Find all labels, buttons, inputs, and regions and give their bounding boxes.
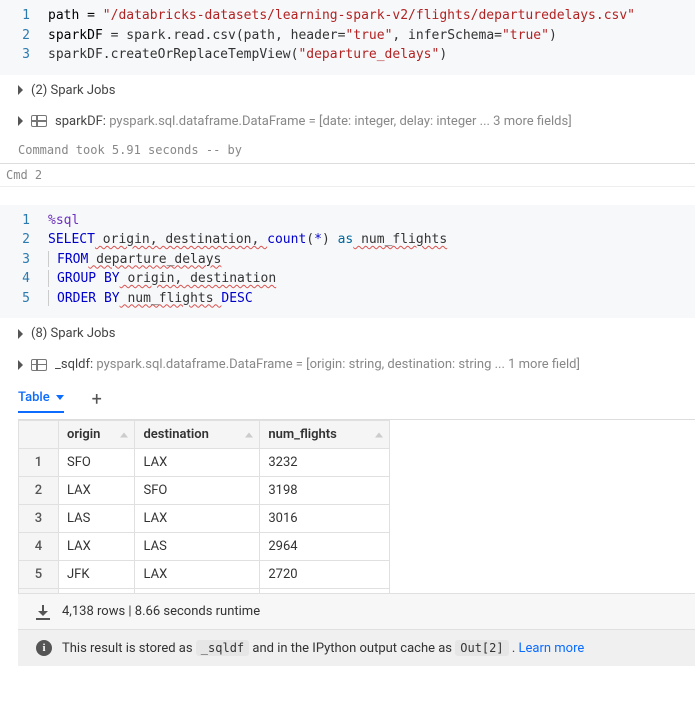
- code-line: GROUP BY origin, destination: [48, 269, 695, 289]
- code-line: path = "/databricks-datasets/learning-sp…: [48, 6, 695, 26]
- row-index: 5: [19, 561, 59, 589]
- out-chip: Out[2]: [455, 640, 508, 656]
- result-footer: 4,138 rows | 8.66 seconds runtime: [18, 593, 695, 629]
- cell-origin: JFK: [59, 561, 135, 589]
- dataframe-icon: [31, 115, 47, 127]
- spark-jobs-label: (8) Spark Jobs: [31, 326, 115, 341]
- table-row[interactable]: 5JFKLAX2720: [19, 561, 390, 589]
- table-row[interactable]: 2LAXSFO3198: [19, 477, 390, 505]
- line-number: 1: [0, 211, 48, 231]
- line-number: 4: [0, 269, 48, 289]
- dataframe-type: pyspark.sql.dataframe.DataFrame = [origi…: [96, 357, 580, 372]
- code-line: SELECT origin, destination, count(*) as …: [48, 230, 695, 250]
- cell-num-flights: 3016: [260, 505, 390, 533]
- column-header-origin[interactable]: origin: [59, 421, 135, 449]
- chevron-right-icon: [18, 85, 23, 95]
- dataframe-name: sparkDF:: [55, 114, 106, 129]
- learn-more-link[interactable]: Learn more: [519, 641, 585, 656]
- sort-icon: [245, 432, 253, 437]
- sqldf-chip: _sqldf: [196, 640, 249, 656]
- chevron-right-icon: [18, 329, 23, 339]
- command-timing: Command took 5.91 seconds -- by: [0, 137, 695, 164]
- command-label: Cmd 2: [0, 164, 695, 187]
- row-index: 1: [19, 449, 59, 477]
- cell-num-flights: 2964: [260, 533, 390, 561]
- line-number: 5: [0, 289, 48, 309]
- cell-num-flights: 3198: [260, 477, 390, 505]
- sort-icon: [120, 432, 128, 437]
- tab-table-label: Table: [18, 390, 50, 405]
- code-cell-1[interactable]: 1 path = "/databricks-datasets/learning-…: [0, 0, 695, 75]
- result-info: i This result is stored as _sqldf and in…: [18, 629, 695, 666]
- result-table: origin destination num_flights 1SFOLAX32…: [18, 420, 390, 593]
- download-icon[interactable]: [36, 605, 50, 619]
- code-line: ORDER BY num_flights DESC: [48, 289, 695, 309]
- table-corner: [19, 421, 59, 449]
- cell-destination: SFO: [135, 477, 260, 505]
- cell-destination: LAX: [135, 561, 260, 589]
- tab-table[interactable]: Table: [18, 390, 64, 413]
- dataframe-schema-toggle[interactable]: _sqldf: pyspark.sql.dataframe.DataFrame …: [0, 349, 695, 380]
- line-number: 1: [0, 6, 48, 26]
- chevron-right-icon: [18, 116, 23, 126]
- spark-jobs-toggle[interactable]: (2) Spark Jobs: [0, 75, 695, 106]
- line-number: 3: [0, 45, 48, 65]
- cell-origin: SFO: [59, 449, 135, 477]
- code-line: sparkDF = spark.read.csv(path, header="t…: [48, 26, 695, 46]
- column-header-num-flights[interactable]: num_flights: [260, 421, 390, 449]
- cell-num-flights: 3232: [260, 449, 390, 477]
- chevron-down-icon: [56, 395, 64, 400]
- row-summary: 4,138 rows | 8.66 seconds runtime: [62, 604, 260, 619]
- code-line: sparkDF.createOrReplaceTempView("departu…: [48, 45, 695, 65]
- dataframe-type: pyspark.sql.dataframe.DataFrame = [date:…: [109, 114, 571, 129]
- sort-icon: [375, 432, 383, 437]
- code-line: %sql: [48, 211, 695, 231]
- add-tab-button[interactable]: +: [92, 391, 102, 413]
- spark-jobs-label: (2) Spark Jobs: [31, 83, 115, 98]
- result-table-container[interactable]: origin destination num_flights 1SFOLAX32…: [18, 419, 695, 593]
- spark-jobs-toggle[interactable]: (8) Spark Jobs: [0, 318, 695, 349]
- cell-origin: LAX: [59, 477, 135, 505]
- table-row[interactable]: 1SFOLAX3232: [19, 449, 390, 477]
- table-row[interactable]: 4LAXLAS2964: [19, 533, 390, 561]
- dataframe-schema-toggle[interactable]: sparkDF: pyspark.sql.dataframe.DataFrame…: [0, 106, 695, 137]
- line-number: 3: [0, 250, 48, 270]
- line-number: 2: [0, 230, 48, 250]
- cell-destination: LAS: [135, 533, 260, 561]
- table-row[interactable]: 3LASLAX3016: [19, 505, 390, 533]
- row-index: 4: [19, 533, 59, 561]
- dataframe-icon: [31, 359, 47, 371]
- info-icon: i: [36, 640, 52, 656]
- cell-num-flights: 2720: [260, 561, 390, 589]
- info-text: This result is stored as _sqldf and in t…: [62, 641, 584, 656]
- result-tabs: Table +: [0, 380, 695, 419]
- cell-destination: LAX: [135, 505, 260, 533]
- line-number: 2: [0, 26, 48, 46]
- cell-origin: LAS: [59, 505, 135, 533]
- row-index: 2: [19, 477, 59, 505]
- row-index: 3: [19, 505, 59, 533]
- chevron-right-icon: [18, 360, 23, 370]
- cell-destination: LAX: [135, 449, 260, 477]
- column-header-destination[interactable]: destination: [135, 421, 260, 449]
- dataframe-name: _sqldf:: [55, 357, 93, 372]
- code-cell-2[interactable]: 1 %sql 2 SELECT origin, destination, cou…: [0, 205, 695, 319]
- cell-origin: LAX: [59, 533, 135, 561]
- code-line: FROM departure_delays: [48, 250, 695, 270]
